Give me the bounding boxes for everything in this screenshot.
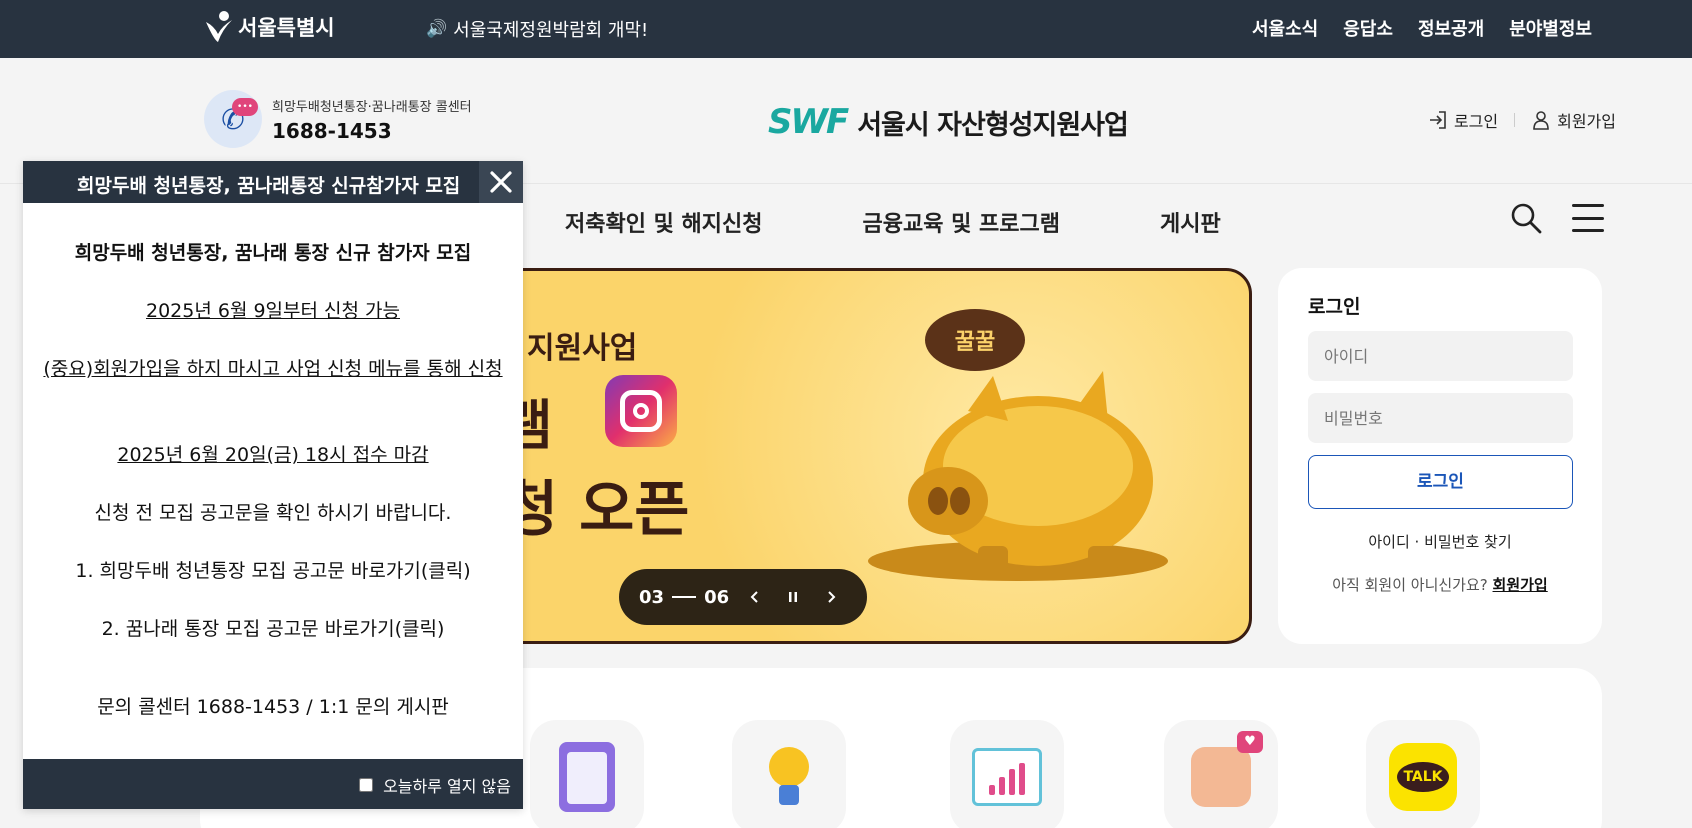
kakaotalk-icon: TALK <box>1389 743 1457 811</box>
username-input[interactable] <box>1308 331 1573 381</box>
chart-board-icon <box>972 748 1042 806</box>
chevron-right-icon <box>828 591 836 603</box>
login-link-label: 로그인 <box>1453 112 1499 131</box>
join-prompt: 아직 회원이 아니신가요? 회원가입 <box>1308 574 1572 595</box>
banner-line3: 청 오픈 <box>503 475 690 545</box>
quick-item-lightbulb[interactable] <box>732 720 846 828</box>
quick-item-thumbs-up[interactable] <box>1164 720 1278 828</box>
prev-slide-button[interactable] <box>743 585 767 609</box>
brand-logo[interactable]: SWF 서울시 자산형성지원사업 <box>768 102 1129 142</box>
callcenter: ✆ ••• 희망두배청년통장·꿈나래통장 콜센터 1688-1453 <box>204 90 472 148</box>
callcenter-label: 희망두배청년통장·꿈나래통장 콜센터 <box>272 99 472 115</box>
nav-item-financial-education[interactable]: 금융교육 및 프로그램 <box>862 206 1059 238</box>
nav-item-board[interactable]: 게시판 <box>1160 206 1221 238</box>
toplink-seoul-news[interactable]: 서울소식 <box>1252 15 1318 41</box>
brand-name: 서울시 자산형성지원사업 <box>857 109 1129 141</box>
clipboard-icon <box>559 742 615 812</box>
banner-controls: 03 06 <box>619 569 867 625</box>
swf-logo-mark: SWF <box>768 102 849 142</box>
top-links: 서울소식 응답소 정보공개 분야별정보 <box>1252 15 1592 41</box>
popup-link-dream-account[interactable]: 2. 꿈나래 통장 모집 공고문 바로가기(클릭) <box>43 615 503 643</box>
toplink-field-info[interactable]: 분야별정보 <box>1509 15 1592 41</box>
seoul-logo-icon <box>206 11 232 42</box>
popup-heading: 희망두배 청년통장, 꿈나래 통장 신규 참가자 모집 <box>74 242 472 264</box>
signup-link-label: 회원가입 <box>1557 112 1616 131</box>
popup-title: 희망두배 청년통장, 꿈나래통장 신규참가자 모집 <box>77 175 461 197</box>
slide-current: 03 <box>639 586 665 608</box>
pause-icon <box>789 592 798 602</box>
join-prompt-text: 아직 회원이 아니신가요? <box>1332 576 1488 594</box>
popup-important: (중요)회원가입을 하지 마시고 사업 신청 메뉴를 통해 신청 <box>43 358 503 380</box>
find-id-password-link[interactable]: 아이디 · 비밀번호 찾기 <box>1308 531 1572 552</box>
toplink-info-disclosure[interactable]: 정보공개 <box>1418 15 1484 41</box>
popup-header: 희망두배 청년통장, 꿈나래통장 신규참가자 모집 <box>23 161 523 203</box>
instagram-icon <box>605 375 677 447</box>
chevron-left-icon <box>750 591 758 603</box>
popup-contact: 문의 콜센터 1688-1453 / 1:1 문의 게시판 <box>97 696 449 718</box>
next-slide-button[interactable] <box>819 585 843 609</box>
popup-body: 희망두배 청년통장, 꿈나래 통장 신규 참가자 모집 2025년 6월 9일부… <box>23 203 523 759</box>
slide-counter: 03 06 <box>639 587 729 608</box>
close-icon <box>490 171 512 193</box>
signup-link[interactable]: 회원가입 <box>1531 108 1616 132</box>
search-icon[interactable] <box>1510 202 1542 234</box>
golden-piggy-bank-image <box>868 371 1168 581</box>
phone-icon: ✆ ••• <box>204 90 262 148</box>
top-utility-bar: 서울특별시 🔊 서울국제정원박람회 개막! 서울소식 응답소 정보공개 분야별정… <box>0 0 1692 58</box>
popup-date-open: 2025년 6월 9일부터 신청 가능 <box>145 300 400 322</box>
login-title: 로그인 <box>1308 296 1361 318</box>
login-icon <box>1429 111 1446 129</box>
login-card: 로그인 로그인 아이디 · 비밀번호 찾기 아직 회원이 아니신가요? 회원가입 <box>1278 268 1602 644</box>
recruitment-popup: 희망두배 청년통장, 꿈나래통장 신규참가자 모집 희망두배 청년통장, 꿈나래… <box>23 161 523 809</box>
auth-links: 로그인 회원가입 <box>1428 108 1616 132</box>
notice-text: 서울국제정원박람회 개막! <box>453 20 649 41</box>
nav-item-savings-check[interactable]: 저축확인 및 해지신청 <box>565 206 762 238</box>
lightbulb-icon <box>769 747 809 807</box>
thumbs-up-icon <box>1191 731 1263 807</box>
banner-speech-bubble: 꿀꿀 <box>925 309 1025 371</box>
seoul-logo-text: 서울특별시 <box>238 16 335 40</box>
popup-deadline: 2025년 6월 20일(금) 18시 접수 마감 <box>117 444 429 466</box>
quick-item-chart[interactable] <box>950 720 1064 828</box>
quick-item-clipboard[interactable] <box>530 720 644 828</box>
divider <box>1514 113 1516 127</box>
toplink-eungdapso[interactable]: 응답소 <box>1343 15 1393 41</box>
banner-line1: 지원사업 <box>527 331 638 366</box>
pause-slide-button[interactable] <box>781 585 805 609</box>
callcenter-number: 1688-1453 <box>272 118 392 143</box>
kakaotalk-label: TALK <box>1397 762 1449 792</box>
login-link[interactable]: 로그인 <box>1428 108 1498 132</box>
seoul-logo[interactable]: 서울특별시 <box>202 10 335 44</box>
popup-footer: 오늘하루 열지 않음 <box>23 759 523 809</box>
popup-link-youth-account[interactable]: 1. 희망두배 청년통장 모집 공고문 바로가기(클릭) <box>43 557 503 585</box>
hamburger-menu-icon[interactable] <box>1572 204 1604 232</box>
login-submit-button[interactable]: 로그인 <box>1308 455 1573 509</box>
speaker-icon: 🔊 <box>426 19 448 39</box>
main-banner[interactable]: 지원사업 램 청 오픈 꿀꿀 03 06 <box>470 268 1252 644</box>
join-link[interactable]: 회원가입 <box>1493 576 1548 594</box>
dont-show-today-label: 오늘하루 열지 않음 <box>383 777 511 796</box>
popup-close-button[interactable] <box>479 161 523 203</box>
dont-show-today[interactable]: 오늘하루 열지 않음 <box>359 773 511 797</box>
slide-total: 06 <box>704 586 730 608</box>
password-input[interactable] <box>1308 393 1573 443</box>
user-icon <box>1533 111 1549 130</box>
popup-check-notice: 신청 전 모집 공고문을 확인 하시기 바랍니다. <box>94 502 452 524</box>
notice-ticker[interactable]: 🔊 서울국제정원박람회 개막! <box>426 16 648 42</box>
quick-item-kakaotalk[interactable]: TALK <box>1366 720 1480 828</box>
dont-show-today-checkbox[interactable] <box>359 778 374 792</box>
